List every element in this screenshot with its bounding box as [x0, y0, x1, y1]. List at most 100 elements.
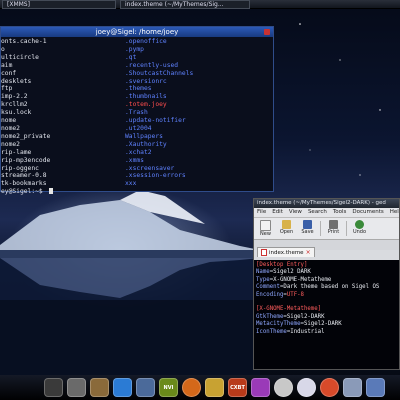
- terminal-line: .sversionrc: [125, 77, 167, 85]
- close-icon[interactable]: [264, 29, 270, 35]
- editor-text-area[interactable]: [Desktop Entry] Name=Sigel2 DARK Type=X-GN…: [254, 260, 399, 369]
- network-icon[interactable]: [136, 378, 155, 397]
- terminal-line: .ut2004: [125, 124, 152, 132]
- firefox-icon[interactable]: [182, 378, 201, 397]
- toolbar-separator: [346, 221, 347, 236]
- terminal-line: .openoffice: [125, 38, 167, 45]
- editor-line: GtkTheme=Sigel2-DARK: [256, 313, 325, 320]
- editor-key: Type: [256, 276, 270, 283]
- toolbar-separator: [320, 221, 321, 236]
- terminal-line: rip-lame: [1, 148, 32, 156]
- notes-icon[interactable]: [90, 378, 109, 397]
- menu-documents[interactable]: Documents: [352, 208, 383, 217]
- editor-value: Sigel2 DARK: [273, 269, 311, 276]
- editor-key: Comment: [256, 284, 280, 291]
- menu-edit[interactable]: Edit: [272, 208, 283, 217]
- terminal-listing-left: onts.cache-1 o ulticircle aim conf desklets ft…: [1, 38, 125, 196]
- menu-help[interactable]: Help: [390, 208, 399, 217]
- terminal-window[interactable]: joey@Sigel: /home/joey onts.cache-1 o ulti…: [0, 26, 274, 195]
- terminal-line: tk-bookmarks: [1, 180, 47, 188]
- terminal-line: rip-oggenc: [1, 164, 39, 172]
- terminal-titlebar[interactable]: joey@Sigel: /home/joey: [1, 27, 273, 37]
- terminal-line: nome2: [1, 140, 20, 148]
- terminal-line: onts.cache-1: [1, 38, 47, 45]
- terminal-line: ftp: [1, 85, 13, 93]
- terminal-line: .themes: [125, 85, 152, 93]
- undo-icon: [355, 220, 364, 229]
- nvidia-icon[interactable]: NVI: [159, 378, 178, 397]
- terminal-line: .xscreensaver: [125, 164, 175, 172]
- terminal-line: .xchat2: [125, 148, 152, 156]
- terminal-line: .update-notifier: [125, 117, 186, 125]
- editor-line: Comment=Dark theme based on Sigel OS: [256, 284, 380, 291]
- terminal-line: .Xauthority: [125, 140, 167, 148]
- editor-menubar: File Edit View Search Tools Documents He…: [254, 208, 399, 218]
- terminal-cursor: [48, 188, 53, 195]
- terminal-line: .totem.joey: [125, 101, 167, 109]
- dock: NVI CXBT: [0, 375, 400, 400]
- print-icon: [329, 220, 338, 229]
- terminal-line: .qt: [125, 53, 137, 61]
- menu-view[interactable]: View: [289, 208, 302, 217]
- terminal-line: conf: [1, 69, 17, 77]
- terminal-output[interactable]: onts.cache-1 o ulticircle aim conf desklets ft…: [1, 37, 273, 196]
- top-panel: [XMMS] index.theme (~/MyThemes/Sig...: [0, 0, 400, 9]
- editor-value: UTF-8: [286, 291, 304, 298]
- terminal-line: imp-2.2: [1, 93, 28, 101]
- print-button[interactable]: Print: [325, 218, 342, 239]
- editor-key: GtkTheme: [256, 313, 284, 320]
- editor-line: Encoding=UTF-8: [256, 291, 304, 298]
- terminal-line: .Trash: [125, 109, 148, 117]
- open-button[interactable]: Open: [278, 218, 295, 239]
- terminal-line: .pymp: [125, 45, 144, 53]
- package-icon[interactable]: [113, 378, 132, 397]
- editor-line: Type=X-GNOME-Metatheme: [256, 276, 332, 283]
- editor-key: Encoding: [256, 291, 284, 298]
- open-folder-icon: [282, 220, 291, 229]
- terminal-line: .ShoutcastChannels: [125, 69, 194, 77]
- music-player-icon[interactable]: [274, 378, 293, 397]
- taskbar-item-gedit[interactable]: index.theme (~/MyThemes/Sig...: [120, 0, 250, 9]
- terminal-line: .recently-used: [125, 61, 179, 69]
- tab-index-theme[interactable]: index.theme ×: [257, 247, 315, 257]
- save-icon: [303, 220, 312, 229]
- gedit-window[interactable]: index.theme (~/MyThemes/Sigel2-DARK) - g…: [253, 198, 400, 370]
- terminal-line: aim: [1, 61, 13, 69]
- terminal-line: ulticircle: [1, 53, 39, 61]
- chat-icon[interactable]: [343, 378, 362, 397]
- close-tab-icon[interactable]: ×: [306, 249, 311, 256]
- editor-tabbar: index.theme ×: [254, 240, 399, 257]
- terminal-line: .xmms: [125, 156, 144, 164]
- editor-value: Dark theme based on Sigel OS: [283, 284, 380, 291]
- terminal-line: nome2: [1, 124, 20, 132]
- tools-icon[interactable]: [205, 378, 224, 397]
- terminal-listing-right: .openoffice .pymp .qt .recently-used .Shoutc…: [125, 38, 273, 196]
- save-button[interactable]: Save: [299, 218, 316, 239]
- terminal-line: o: [1, 45, 5, 53]
- terminal-prompt: ey@Sigel:~$: [1, 188, 125, 196]
- crossover-icon[interactable]: CXBT: [228, 378, 247, 397]
- undo-button[interactable]: Undo: [351, 218, 368, 239]
- editor-line: IconTheme=Industrial: [256, 328, 325, 335]
- new-document-icon: [260, 220, 271, 231]
- file-manager-icon[interactable]: [67, 378, 86, 397]
- editor-key: MetacityTheme: [256, 321, 301, 328]
- menu-file[interactable]: File: [257, 208, 266, 217]
- media-icon[interactable]: [320, 378, 339, 397]
- document-icon: [261, 249, 267, 256]
- taskbar-item-xmms[interactable]: [XMMS]: [2, 0, 116, 9]
- editor-titlebar[interactable]: index.theme (~/MyThemes/Sigel2-DARK) - g…: [254, 199, 399, 208]
- editor-key: IconTheme: [256, 328, 287, 335]
- terminal-line: .xsession-errors: [125, 172, 186, 180]
- menu-tools[interactable]: Tools: [333, 208, 347, 217]
- terminal-icon[interactable]: [44, 378, 63, 397]
- menu-search[interactable]: Search: [308, 208, 327, 217]
- terminal-line: nome: [1, 117, 17, 125]
- cd-icon[interactable]: [297, 378, 316, 397]
- terminal-line: nome2_private: [1, 132, 51, 140]
- butterfly-icon[interactable]: [251, 378, 270, 397]
- new-button[interactable]: New: [257, 218, 274, 239]
- editor-line: MetacityTheme=Sigel2-DARK: [256, 321, 342, 328]
- user-icon[interactable]: [366, 378, 385, 397]
